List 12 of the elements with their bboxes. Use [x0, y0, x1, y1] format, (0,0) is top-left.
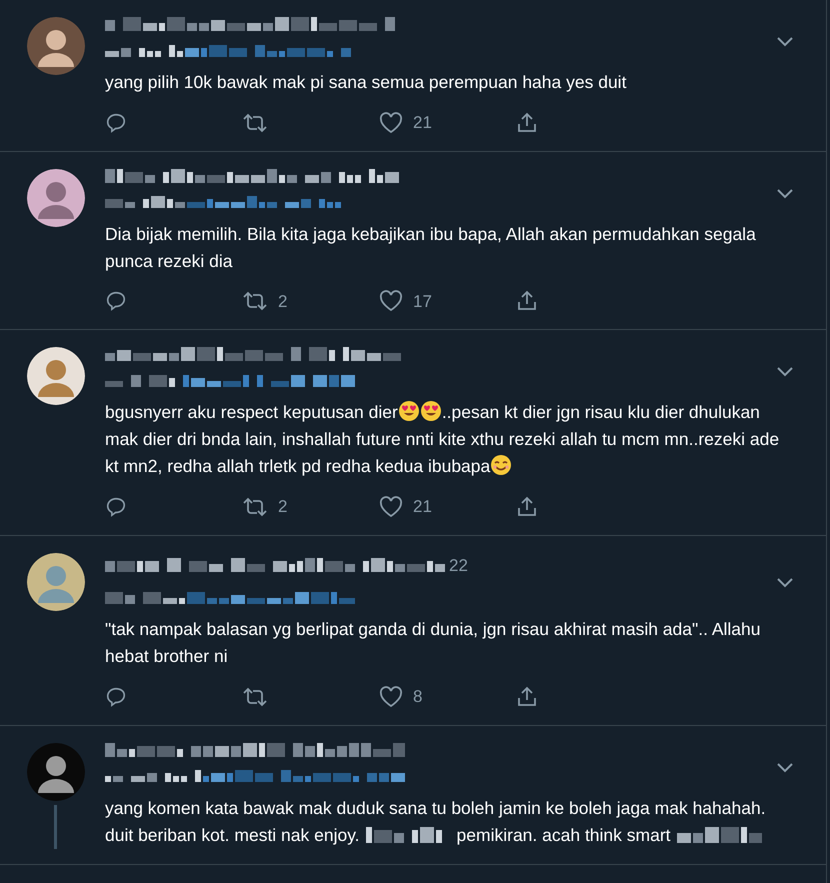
- tweet-text: "tak nampak balasan yg berlipat ganda di dunia, jgn risau akhirat masih ada".. Allahu hebat brother ni: [105, 618, 762, 668]
- timestamp: 22: [449, 554, 468, 576]
- tweet-text: yang pilih 10k bawak mak pi sana semua perempuan haha yes duit: [105, 71, 628, 94]
- count: 21: [413, 496, 432, 518]
- count: 21: [413, 112, 432, 134]
- count: 2: [278, 290, 288, 312]
- count: 8: [413, 686, 422, 708]
- count: 17: [413, 290, 432, 312]
- tweet-text: yang komen kata bawak mak duduk sana tu boleh jamin ke boleh jaga mak hahahah. duit beriban kot. mesti nak enjoy. pemikiran. acah think smart: [105, 796, 767, 847]
- count: 2: [278, 496, 288, 518]
- tweet-text: bgusnyerr aku respect keputusan dier ..pesan kt dier jgn risau klu dier dhulukan mak dier dri bnda lain, inshallah future nnti kite xthu rezeki allah tu mcm mn..rezeki ade kt mn2, redha allah trletk pd redha kedua ibubapa: [105, 399, 780, 478]
- tweet-text: Dia bijak memilih. Bila kita jaga kebajikan ibu bapa, Allah akan permudahkan segala punca rezeki dia: [105, 222, 757, 273]
